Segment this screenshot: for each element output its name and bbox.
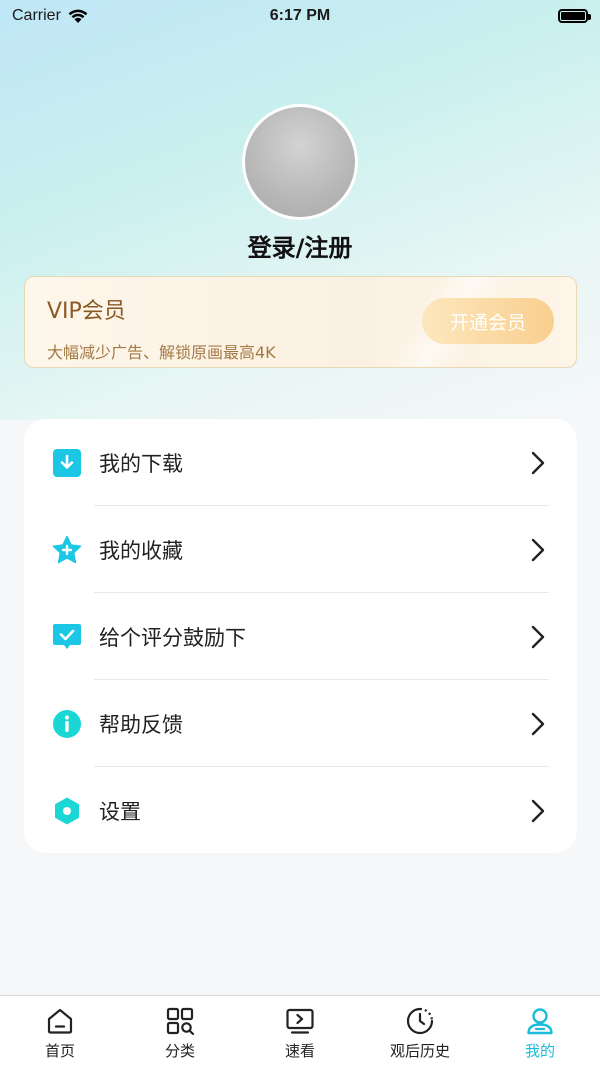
category-icon (166, 1007, 195, 1036)
settings-icon (55, 797, 79, 825)
star-icon (52, 535, 82, 564)
tab-label: 首页 (44, 1042, 75, 1060)
menu-item-favorites[interactable]: 我的收藏 (24, 506, 577, 593)
chevron-right-icon (531, 451, 545, 474)
menu-label: 我的下载 (99, 451, 183, 476)
user-icon (527, 1008, 553, 1035)
tab-label: 观后历史 (389, 1042, 450, 1060)
open-vip-button[interactable]: 开通会员 (422, 298, 554, 344)
status-bar: Carrier 6:17 PM (0, 0, 600, 32)
avatar[interactable] (242, 104, 358, 220)
menu-label: 帮助反馈 (99, 712, 183, 737)
chevron-right-icon (531, 712, 545, 735)
play-icon (286, 1008, 314, 1034)
history-icon (406, 1007, 434, 1035)
tab-bar: 首页 分类 速看 观后历史 我的 (0, 995, 600, 1067)
vip-title: VIP会员 (47, 299, 126, 324)
carrier-label: Carrier (12, 7, 61, 24)
status-time: 6:17 PM (269, 7, 331, 24)
tab-label: 分类 (164, 1042, 195, 1060)
tab-home[interactable]: 首页 (0, 996, 120, 1067)
tab-label: 速看 (284, 1042, 315, 1060)
download-icon (53, 449, 81, 477)
home-icon (47, 1008, 73, 1034)
chevron-right-icon (531, 625, 545, 648)
menu-item-downloads[interactable]: 我的下载 (24, 419, 577, 506)
status-left: Carrier (12, 7, 89, 25)
tab-mine[interactable]: 我的 (480, 996, 600, 1067)
battery-icon (558, 9, 591, 23)
menu-item-settings[interactable]: 设置 (24, 767, 577, 854)
vip-card: VIP会员 大幅减少广告、解锁原画最高4K 开通会员 (24, 276, 577, 368)
menu-card: 我的下载 我的收藏 给个评分鼓励下 帮助反馈 设置 (24, 419, 577, 853)
chevron-right-icon (531, 799, 545, 822)
menu-label: 设置 (99, 799, 141, 824)
tab-history[interactable]: 观后历史 (360, 996, 480, 1067)
menu-label: 我的收藏 (99, 538, 183, 563)
tab-label: 我的 (524, 1042, 555, 1060)
tab-category[interactable]: 分类 (120, 996, 240, 1067)
menu-label: 给个评分鼓励下 (99, 625, 246, 650)
menu-item-rate[interactable]: 给个评分鼓励下 (24, 593, 577, 680)
menu-item-help[interactable]: 帮助反馈 (24, 680, 577, 767)
login-register-link[interactable]: 登录/注册 (0, 228, 600, 263)
wifi-icon (68, 9, 88, 23)
vip-subtitle: 大幅减少广告、解锁原画最高4K (47, 343, 276, 362)
chevron-right-icon (531, 538, 545, 561)
info-icon (53, 710, 81, 738)
tab-quick-watch[interactable]: 速看 (240, 996, 360, 1067)
rating-icon (53, 624, 81, 649)
